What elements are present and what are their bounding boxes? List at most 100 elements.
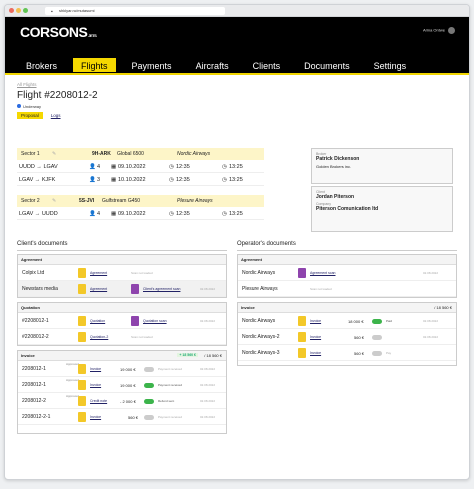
payment-status: Payment received [158, 415, 183, 419]
client-card[interactable]: Client Jordan Piterson Company Piterson … [311, 186, 453, 232]
client-company: Piterson Comunication ltd [316, 206, 379, 212]
edit-icon[interactable]: ✎ [52, 195, 56, 207]
scan-link[interactable]: Client's agreement scan [143, 287, 180, 291]
invoice-link[interactable]: Invoice [90, 367, 101, 371]
scan-status: Scan not loaded [131, 271, 153, 275]
app-header: CORSONSJETS Arina Ontwe [5, 17, 469, 58]
file-icon [78, 412, 86, 422]
doc-date: 02.08.2022 [200, 319, 216, 323]
invoice-link[interactable]: Invoice [90, 415, 101, 419]
invoice-row[interactable]: 2208012-2 Approved Credit note - 2 000 €… [18, 393, 226, 409]
leg-date: 09.10.2022 [118, 211, 146, 217]
doc-owner: #2208012-1 [22, 318, 49, 324]
doc-link[interactable]: Agreement [90, 271, 107, 275]
payment-toggle[interactable] [144, 415, 154, 420]
payment-status: Payment received [158, 383, 183, 387]
paid-toggle[interactable] [372, 319, 382, 324]
invoice-link[interactable]: Invoice [310, 335, 321, 339]
lock-icon: ▪ [51, 9, 53, 15]
leg-arr: 13:25 [229, 177, 243, 183]
invoice-name: Nordic Airways-3 [242, 350, 280, 356]
payment-toggle[interactable] [144, 383, 154, 388]
approved-label: Approved [66, 394, 79, 398]
flight-tabs: Proposal Logs [17, 112, 457, 119]
doc-link[interactable]: Quotation-2 [90, 335, 108, 339]
page-title: Flight #2208012-2 [17, 90, 98, 101]
invoice-link[interactable]: Invoice [90, 383, 101, 387]
invoice-row[interactable]: Nordic Airways-3 Invoice 560 € Pay [238, 345, 456, 361]
leg-date: 10.10.2022 [118, 177, 146, 183]
refund-toggle[interactable] [144, 399, 154, 404]
leg-row[interactable]: LGAV → UUDD 👤 4 ▦ 09.10.2022 ◷ 12:35 ◷ 1… [17, 209, 264, 220]
invoice-link[interactable]: Invoice [310, 319, 321, 323]
invoice-name: Nordic Airways [242, 318, 276, 324]
invoice-name: 2208012-1 [22, 366, 46, 372]
tab-proposal[interactable]: Proposal [17, 112, 43, 119]
leg-route: LGAV → KJFK [19, 177, 56, 183]
panel-title-row: Invoice / 18 560 € [238, 303, 456, 313]
address-bar[interactable]: ▪ shklyar.ru/mutasumi [45, 7, 225, 15]
scan-link[interactable]: Agreement scan [310, 271, 336, 275]
page-content: All Flights Flight #2208012-2 Underway P… [5, 82, 469, 479]
pay-toggle[interactable] [372, 351, 382, 356]
url-text: shklyar.ru/mutasumi [59, 8, 95, 13]
sector-aircraft: Global 6500 [117, 151, 144, 157]
invoice-link[interactable]: Invoice [310, 351, 321, 355]
nav-clients[interactable]: Clients [245, 58, 289, 72]
list-item[interactable]: #2208012-2 Quotation-2 Scan not loaded [18, 329, 226, 345]
scan-link[interactable]: Quotation scan [143, 319, 167, 323]
minimize-dot[interactable] [16, 8, 21, 13]
divider [237, 250, 457, 251]
leg-row[interactable]: UUDD → LGAV 👤 4 ▦ 09.10.2022 ◷ 12:35 ◷ 1… [17, 162, 264, 173]
edit-icon[interactable]: ✎ [52, 148, 56, 160]
nav-settings[interactable]: Settings [366, 58, 415, 72]
invoice-date: 02.08.2022 [200, 415, 216, 419]
broker-card[interactable]: Broker Patrick Dickenson Golden Brokers … [311, 148, 453, 184]
invoice-row[interactable]: 2208012-1 Approved Invoice 19 000 € Paym… [18, 377, 226, 393]
leg-row[interactable]: LGAV → KJFK 👤 3 ▦ 10.10.2022 ◷ 12:35 ◷ 1… [17, 175, 264, 186]
nav-documents[interactable]: Documents [296, 58, 358, 72]
doc-link[interactable]: Agreement [90, 287, 107, 291]
invoice-link[interactable]: Credit note [90, 399, 107, 403]
logo[interactable]: CORSONSJETS [20, 24, 97, 40]
logo-text: CORSONS [20, 24, 88, 40]
list-item[interactable]: Colpix Ltd Agreement Scan not loaded [18, 265, 226, 281]
file-icon [78, 396, 86, 406]
leg-arr: 13:25 [229, 211, 243, 217]
panel-title-row: Invoice + 18 560 € / 18 560 € [18, 351, 226, 361]
calendar-icon: ▦ [111, 164, 117, 170]
clients-docs-title: Client's documents [17, 241, 68, 247]
sector-header: Sector 1 ✎ 9H-ARK Global 6500 Nordic Air… [17, 148, 264, 160]
leg-pax: 4 [97, 211, 101, 217]
invoice-row[interactable]: Nordic Airways Invoice 18 000 € Paid 02.… [238, 313, 456, 329]
tab-logs[interactable]: Logs [47, 112, 65, 119]
list-item[interactable]: Plesure Airways Scan not loaded [238, 281, 456, 297]
invoice-date: 02.08.2022 [200, 367, 216, 371]
close-dot[interactable] [9, 8, 14, 13]
leg-dep: 12:35 [176, 177, 190, 183]
invoice-row[interactable]: Nordic Airways-2 Invoice 560 € 02.08.202… [238, 329, 456, 345]
paid-toggle[interactable] [372, 335, 382, 340]
list-item[interactable]: Newstars media Agreement Client's agreem… [18, 281, 226, 297]
invoice-amount: 560 € [354, 335, 365, 340]
invoice-name: 2208012-1 [22, 382, 46, 388]
client-invoice-panel: Invoice + 18 560 € / 18 560 € 2208012-1 … [17, 350, 227, 434]
invoice-row[interactable]: 2208012-2-1 Invoice 560 € Payment receiv… [18, 409, 226, 425]
file-icon [78, 380, 86, 390]
doc-link[interactable]: Quotation [90, 319, 105, 323]
nav-flights[interactable]: Flights [73, 58, 116, 72]
nav-brokers[interactable]: Brokers [18, 58, 65, 72]
list-item[interactable]: #2208012-1 Quotation Quotation scan 02.0… [18, 313, 226, 329]
user-menu[interactable]: Arina Ontwe [423, 27, 455, 34]
browser-chrome: ▪ shklyar.ru/mutasumi [5, 5, 469, 17]
invoice-row[interactable]: 2208012-1 Approved Invoice 19 000 € Paym… [18, 361, 226, 377]
sector-tail: 9H-ARK [92, 151, 111, 157]
list-item[interactable]: Nordic Airways Agreement scan 02.08.2022 [238, 265, 456, 281]
avatar [448, 27, 455, 34]
nav-payments[interactable]: Payments [124, 58, 180, 72]
breadcrumb[interactable]: All Flights [17, 82, 457, 87]
refund-status: Refund sent [158, 399, 175, 403]
payment-toggle[interactable] [144, 367, 154, 372]
nav-aircrafts[interactable]: Aircrafts [188, 58, 237, 72]
zoom-dot[interactable] [23, 8, 28, 13]
